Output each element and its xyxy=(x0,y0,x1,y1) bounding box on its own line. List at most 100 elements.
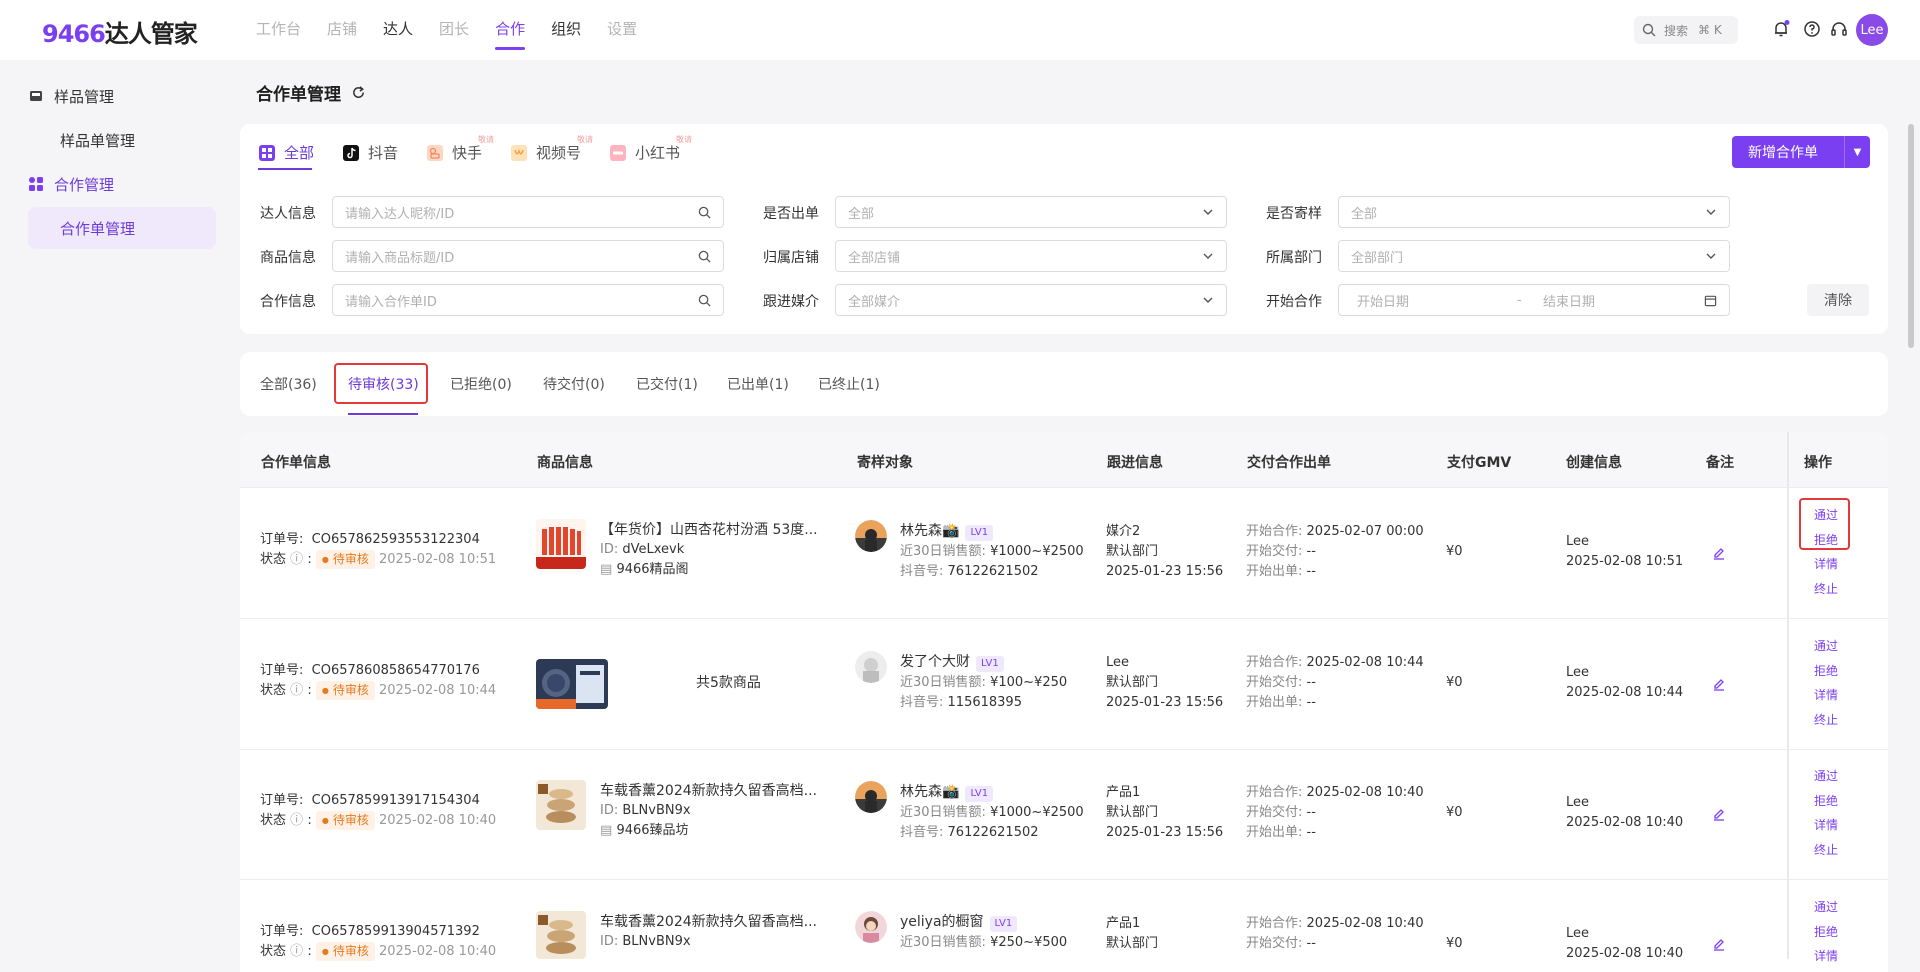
coop-start: 2025-02-08 10:44 xyxy=(1306,655,1424,670)
help-icon[interactable] xyxy=(1803,20,1821,38)
user-avatar[interactable]: Lee xyxy=(1856,14,1888,46)
filter-label-shipped: 是否出单 xyxy=(763,206,819,222)
end-date-input[interactable]: 结束日期 xyxy=(1543,291,1595,310)
product-thumbnail[interactable] xyxy=(536,659,608,709)
tab-platform-channels[interactable]: 视频号 敬请 xyxy=(511,135,593,163)
nav-workbench[interactable]: 工作台 xyxy=(256,0,301,58)
detail-button[interactable]: 详情 xyxy=(1786,813,1866,838)
tab-platform-all[interactable]: 全部 xyxy=(259,142,314,163)
status-colon: : xyxy=(307,813,312,828)
deliver-start-label: 开始交付: xyxy=(1246,675,1303,690)
terminate-button[interactable]: 终止 xyxy=(1786,708,1866,733)
sidebar-item-coop-orders[interactable]: 合作单管理 xyxy=(28,207,216,249)
refresh-icon[interactable] xyxy=(351,85,366,100)
sample-select[interactable]: 全部 xyxy=(1338,196,1730,228)
reject-button[interactable]: 拒绝 xyxy=(1786,659,1866,684)
deliver-start: -- xyxy=(1306,805,1316,820)
search-icon[interactable] xyxy=(698,250,711,263)
coop-start-label: 开始合作: xyxy=(1246,655,1303,670)
media-select[interactable]: 全部媒介 xyxy=(835,284,1227,316)
nav-store[interactable]: 店铺 xyxy=(327,0,357,58)
tab-label: 快手 xyxy=(452,144,483,162)
approve-button[interactable]: 通过 xyxy=(1786,895,1866,920)
start-date-input[interactable]: 开始日期 xyxy=(1357,291,1517,310)
reject-button[interactable]: 拒绝 xyxy=(1786,789,1866,814)
order-no[interactable]: CO657862593553122304 xyxy=(312,532,480,547)
product-search-input[interactable]: 请输入商品标题/ID xyxy=(332,240,724,272)
product-thumbnail[interactable] xyxy=(536,780,586,830)
approve-button[interactable]: 通过 xyxy=(1786,634,1866,659)
nav-cooperation[interactable]: 合作 xyxy=(495,0,526,58)
influencer-avatar[interactable] xyxy=(855,520,887,552)
follow-media: 媒介2 xyxy=(1106,524,1141,539)
edit-note-icon[interactable] xyxy=(1712,546,1726,560)
sidebar-group-samples[interactable]: 样品管理 xyxy=(28,75,216,117)
date-range-picker[interactable]: 开始日期 - 结束日期 xyxy=(1338,284,1730,316)
influencer-avatar[interactable] xyxy=(855,651,887,683)
influencer-avatar[interactable] xyxy=(855,911,887,943)
page-scrollbar[interactable] xyxy=(1908,124,1914,348)
info-icon: ⓘ xyxy=(290,944,304,959)
order-no[interactable]: CO657859913917154304 xyxy=(312,793,480,808)
tab-status-delivered[interactable]: 已交付(1) xyxy=(636,374,698,394)
influencer-name[interactable]: yeliya的橱窗 xyxy=(900,914,984,930)
tab-platform-kuaishou[interactable]: 快手 敬请 xyxy=(427,135,494,163)
chevron-down-icon[interactable]: ▼ xyxy=(1845,147,1870,158)
sidebar-item-sample-orders[interactable]: 样品单管理 xyxy=(28,119,216,161)
product-thumbnail[interactable] xyxy=(536,911,586,959)
product-title[interactable]: 车载香薰2024新款持久留香高档... xyxy=(600,912,817,932)
product-thumbnail[interactable] xyxy=(536,519,586,569)
product-title[interactable]: 【年货价】山西杏花村汾酒 53度... xyxy=(600,520,818,540)
edit-note-icon[interactable] xyxy=(1712,677,1726,691)
app-logo[interactable]: 9466达人管家 xyxy=(42,14,198,49)
detail-button[interactable]: 详情 xyxy=(1786,944,1866,969)
tab-status-all[interactable]: 全部(36) xyxy=(260,374,317,394)
product-multi[interactable]: 共5款商品 xyxy=(696,673,761,693)
tab-status-shipped[interactable]: 已出单(1) xyxy=(727,374,789,394)
info-icon: ⓘ xyxy=(290,552,304,567)
create-time: 2025-02-08 10:40 xyxy=(1566,946,1684,961)
detail-button[interactable]: 详情 xyxy=(1786,552,1866,577)
terminate-button[interactable]: 终止 xyxy=(1786,577,1866,602)
headset-icon[interactable] xyxy=(1830,20,1848,38)
influencer-name[interactable]: 林先森📸 xyxy=(900,523,959,539)
search-icon[interactable] xyxy=(698,294,711,307)
row-actions: 通过 拒绝 详情 终止 xyxy=(1786,764,1866,862)
global-search[interactable]: 搜索 ⌘ K xyxy=(1634,16,1738,44)
nav-influencer[interactable]: 达人 xyxy=(383,0,413,58)
product-title[interactable]: 车载香薰2024新款持久留香高档... xyxy=(600,781,817,801)
approve-button[interactable]: 通过 xyxy=(1786,764,1866,789)
tab-status-to-deliver[interactable]: 待交付(0) xyxy=(543,374,605,394)
detail-button[interactable]: 详情 xyxy=(1786,683,1866,708)
nav-settings[interactable]: 设置 xyxy=(607,0,637,58)
tab-platform-douyin[interactable]: 抖音 xyxy=(343,142,398,163)
tab-platform-xiaohongshu[interactable]: 小红书 敬请 xyxy=(610,135,692,163)
bell-icon[interactable] xyxy=(1772,20,1790,38)
edit-note-icon[interactable] xyxy=(1712,937,1726,951)
coop-id-search-input[interactable]: 请输入合作单ID xyxy=(332,284,724,316)
sidebar-group-cooperation[interactable]: 合作管理 xyxy=(28,163,216,205)
edit-note-icon[interactable] xyxy=(1712,807,1726,821)
search-icon[interactable] xyxy=(698,206,711,219)
nav-organization[interactable]: 组织 xyxy=(551,0,581,58)
tab-status-terminated[interactable]: 已终止(1) xyxy=(818,374,880,394)
info-icon: ⓘ xyxy=(290,683,304,698)
new-coop-order-button[interactable]: 新增合作单 ▼ xyxy=(1732,136,1870,168)
influencer-name[interactable]: 林先森📸 xyxy=(900,784,959,800)
dept-select[interactable]: 全部部门 xyxy=(1338,240,1730,272)
tab-label: 小红书 xyxy=(635,144,681,162)
order-no[interactable]: CO657859913904571392 xyxy=(312,924,480,939)
influencer-avatar[interactable] xyxy=(855,781,887,813)
tab-status-rejected[interactable]: 已拒绝(0) xyxy=(450,374,512,394)
deliver-start-label: 开始交付: xyxy=(1246,805,1303,820)
influencer-search-input[interactable]: 请输入达人昵称/ID xyxy=(332,196,724,228)
terminate-button[interactable]: 终止 xyxy=(1786,838,1866,863)
douyin-icon xyxy=(343,144,359,161)
influencer-name[interactable]: 发了个大财 xyxy=(900,654,970,670)
reject-button[interactable]: 拒绝 xyxy=(1786,920,1866,945)
shipped-select[interactable]: 全部 xyxy=(835,196,1227,228)
store-select[interactable]: 全部店铺 xyxy=(835,240,1227,272)
nav-leader[interactable]: 团长 xyxy=(439,0,469,58)
order-no[interactable]: CO657860858654770176 xyxy=(312,663,480,678)
clear-filters-button[interactable]: 清除 xyxy=(1807,284,1869,316)
